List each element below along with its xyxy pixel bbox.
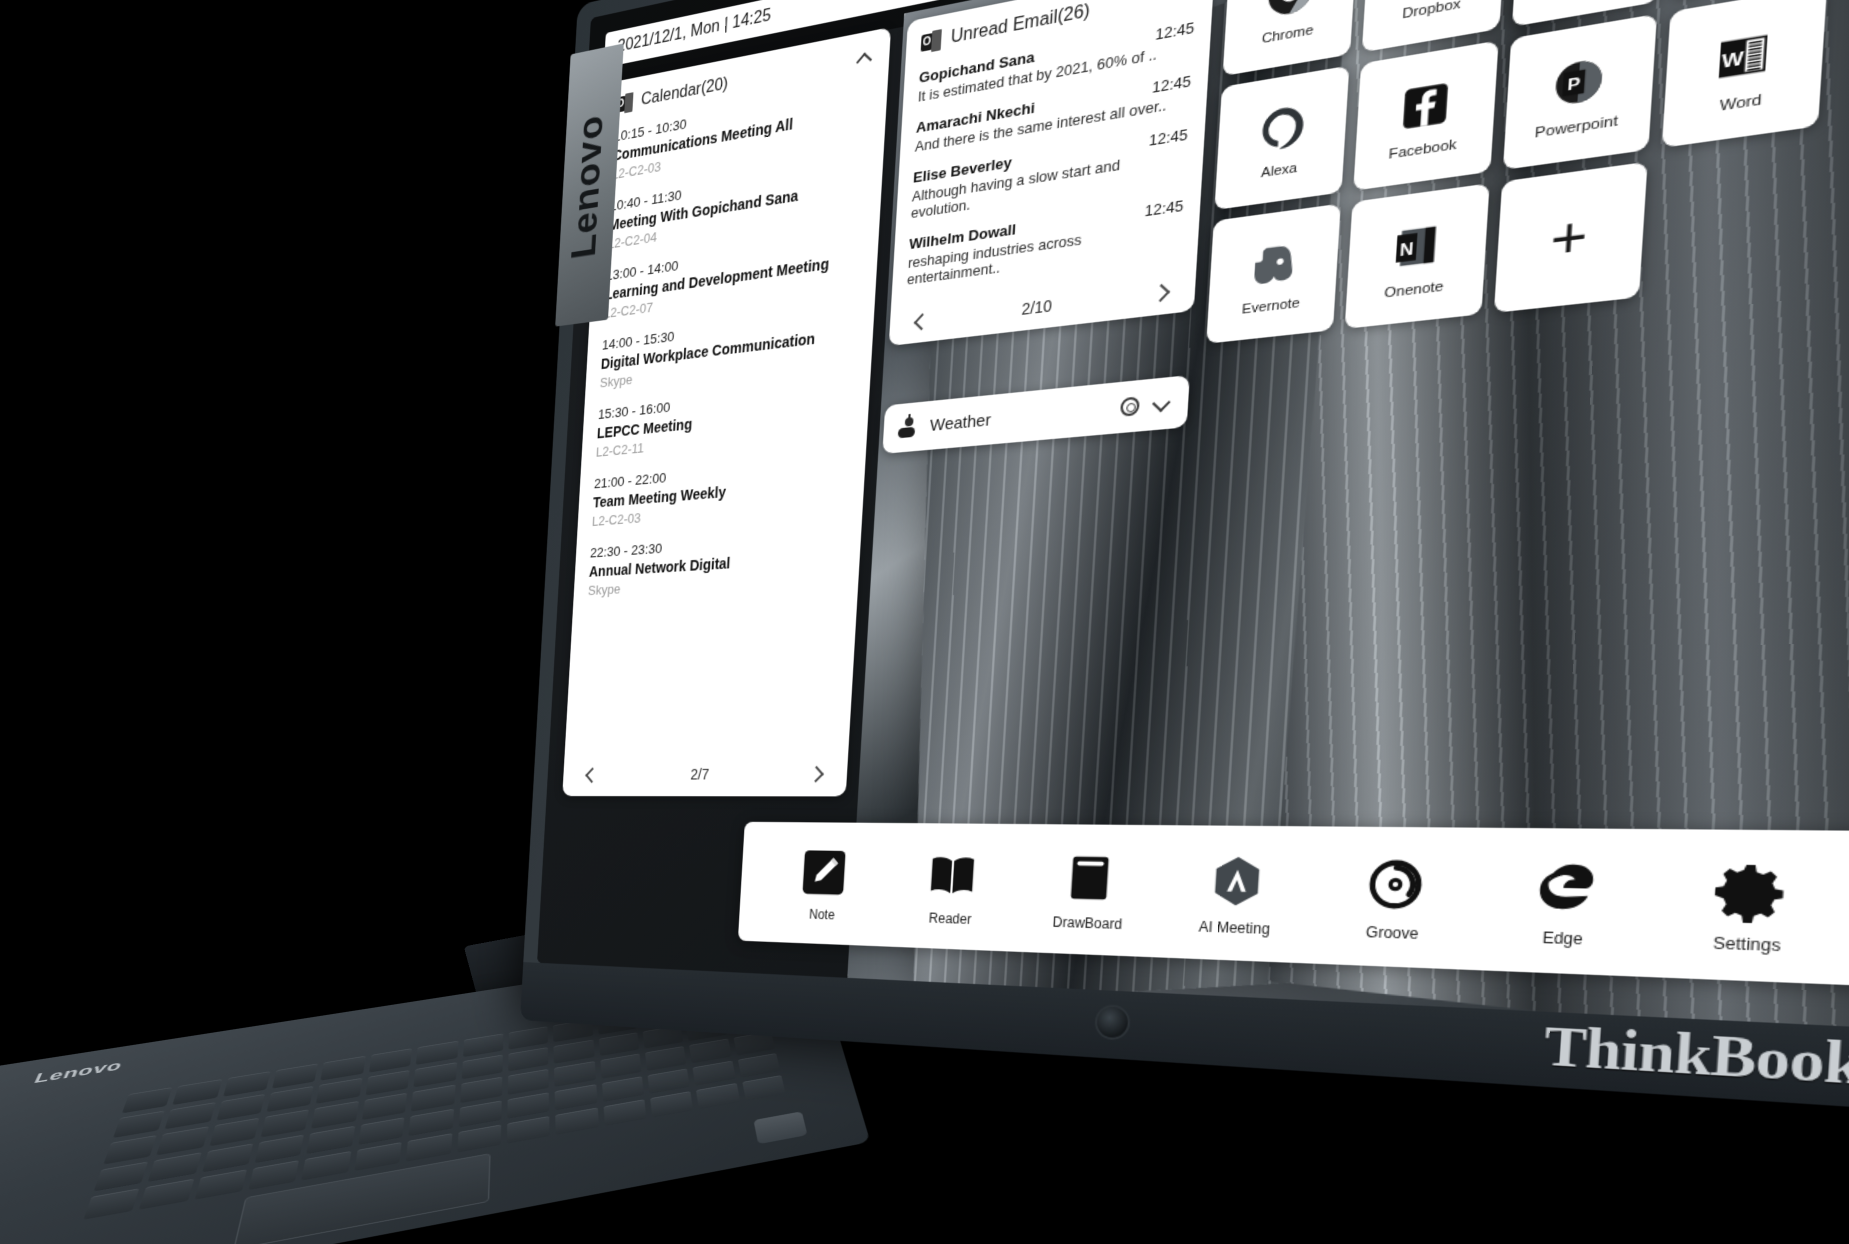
desktop-widgets: O Calendar(20) 10:15 - 10:30 Communicatio… xyxy=(554,0,1849,1007)
chevron-down-icon[interactable] xyxy=(1152,393,1172,414)
calendar-event[interactable]: 22:30 - 23:30 Annual Network Digital Skype xyxy=(588,528,846,598)
plus-icon: + xyxy=(1548,203,1590,272)
calendar-page-indicator: 2/7 xyxy=(690,765,710,783)
app-tile-grid: Chrome Dropbox T TeamsTwitterAlexa Faceb… xyxy=(1206,0,1837,344)
chevron-right-icon[interactable] xyxy=(806,764,825,784)
app-tile-label: Onenote xyxy=(1383,278,1445,301)
gear-icon xyxy=(1712,857,1788,926)
weather-widget[interactable]: Weather xyxy=(882,375,1190,454)
pencil-note-icon xyxy=(800,844,850,899)
app-tile-label: Evernote xyxy=(1241,295,1301,317)
dock-item-groove[interactable]: Groove xyxy=(1331,852,1459,944)
thinkbook-logo: ThinkBook xyxy=(1542,1014,1849,1098)
calendar-event[interactable]: 14:00 - 15:30 Digital Workplace Communica… xyxy=(599,305,858,390)
app-tile-label: Word xyxy=(1719,91,1763,115)
dock-item-reader[interactable]: Reader xyxy=(901,846,1005,928)
evernote-icon xyxy=(1247,233,1301,295)
dock-item-label: Settings xyxy=(1712,933,1782,955)
chevron-up-icon[interactable] xyxy=(1177,0,1197,4)
chevron-right-icon[interactable] xyxy=(1149,281,1172,305)
screen-content: 2021/12/1, Mon | 14:25 100% xyxy=(537,0,1849,1031)
chrome-icon xyxy=(1263,0,1317,24)
app-tile-facebook[interactable]: Facebook xyxy=(1353,40,1498,191)
app-dock: Note Reader DrawBoard AI Meeting Groove … xyxy=(737,821,1849,987)
edge-icon xyxy=(1531,855,1601,921)
dock-item-drawboard[interactable]: DrawBoard xyxy=(1034,848,1145,933)
dock-item-label: Note xyxy=(808,906,836,923)
app-tile-label: Facebook xyxy=(1388,136,1458,162)
dock-item-label: AI Meeting xyxy=(1198,917,1271,937)
add-app-tile[interactable]: + xyxy=(1493,161,1648,313)
camera-button[interactable] xyxy=(1093,1003,1132,1041)
chevron-up-icon[interactable] xyxy=(856,47,873,68)
app-tile-evernote[interactable]: Evernote xyxy=(1206,203,1342,344)
facebook-icon xyxy=(1397,72,1454,138)
gear-icon[interactable] xyxy=(1119,395,1141,418)
alexa-icon xyxy=(1255,96,1309,160)
lenovo-base-logo: Lenovo xyxy=(31,1058,125,1087)
email-message-list: Gopichand Sana 12:45 It is estimated tha… xyxy=(907,19,1195,288)
app-tile-label: Dropbox xyxy=(1401,0,1462,22)
email-page-indicator: 2/10 xyxy=(1021,296,1053,319)
fingerprint-reader[interactable] xyxy=(753,1111,808,1145)
sun-cloud-icon xyxy=(897,413,920,439)
dock-item-edge[interactable]: Edge xyxy=(1497,854,1636,949)
dock-item-settings[interactable]: Settings xyxy=(1675,857,1825,956)
outlook-icon: O xyxy=(920,29,942,54)
app-tile-chrome[interactable]: Chrome xyxy=(1222,0,1359,77)
dock-item-ai-meeting[interactable]: AI Meeting xyxy=(1177,850,1296,938)
svg-text:P: P xyxy=(1567,73,1581,94)
dock-item-label: DrawBoard xyxy=(1052,913,1123,932)
calendar-event[interactable]: 21:00 - 22:00 Team Meeting Weekly L2-C2-03 xyxy=(592,454,850,529)
app-tile-label: Powerpoint xyxy=(1534,113,1619,141)
display: 2021/12/1, Mon | 14:25 100% xyxy=(537,0,1849,1031)
chevron-left-icon[interactable] xyxy=(582,766,599,784)
dock-item-label: Edge xyxy=(1541,928,1584,948)
svg-text:N: N xyxy=(1399,238,1414,260)
email-widget: O Unread Email(26) Gopichand Sana 12:45 … xyxy=(888,0,1216,347)
groove-music-icon xyxy=(1363,852,1428,916)
onenote-icon: N xyxy=(1388,214,1445,278)
app-tile-alexa[interactable]: Alexa xyxy=(1214,65,1350,211)
laptop-device: Lenovo 2021/12/1, Mon | 14:25 O Calendar… xyxy=(0,0,1849,1244)
app-tile-onenote[interactable]: N Onenote xyxy=(1344,183,1489,329)
svg-text:W: W xyxy=(1722,45,1746,71)
powerpoint-icon: P xyxy=(1548,47,1609,116)
open-book-icon xyxy=(926,846,979,903)
ai-meeting-icon xyxy=(1207,850,1268,911)
dock-item-label: Groove xyxy=(1365,922,1420,943)
app-tile-powerpoint[interactable]: P Powerpoint xyxy=(1502,13,1657,171)
weather-title: Weather xyxy=(929,410,992,435)
closed-book-icon xyxy=(1062,848,1119,907)
app-tile-label: Alexa xyxy=(1260,160,1298,181)
laptop-lid: 2021/12/1, Mon | 14:25 100% xyxy=(520,0,1849,1113)
app-tile-label: Chrome xyxy=(1261,22,1314,47)
dock-item-note[interactable]: Note xyxy=(776,844,873,923)
dock-item-label: Reader xyxy=(928,909,972,927)
word-icon: W xyxy=(1711,20,1777,92)
app-tile-word[interactable]: W Word xyxy=(1661,0,1828,148)
calendar-event-list: 10:15 - 10:30 Communications Meeting All L… xyxy=(579,82,872,756)
screenshot-root: Lenovo 2021/12/1, Mon | 14:25 O Calendar… xyxy=(0,0,1849,1244)
calendar-event[interactable]: 15:30 - 16:00 LEPCC Meeting L2-C2-11 xyxy=(596,379,854,460)
calendar-pager: 2/7 xyxy=(577,753,832,788)
chevron-left-icon[interactable] xyxy=(910,310,930,332)
